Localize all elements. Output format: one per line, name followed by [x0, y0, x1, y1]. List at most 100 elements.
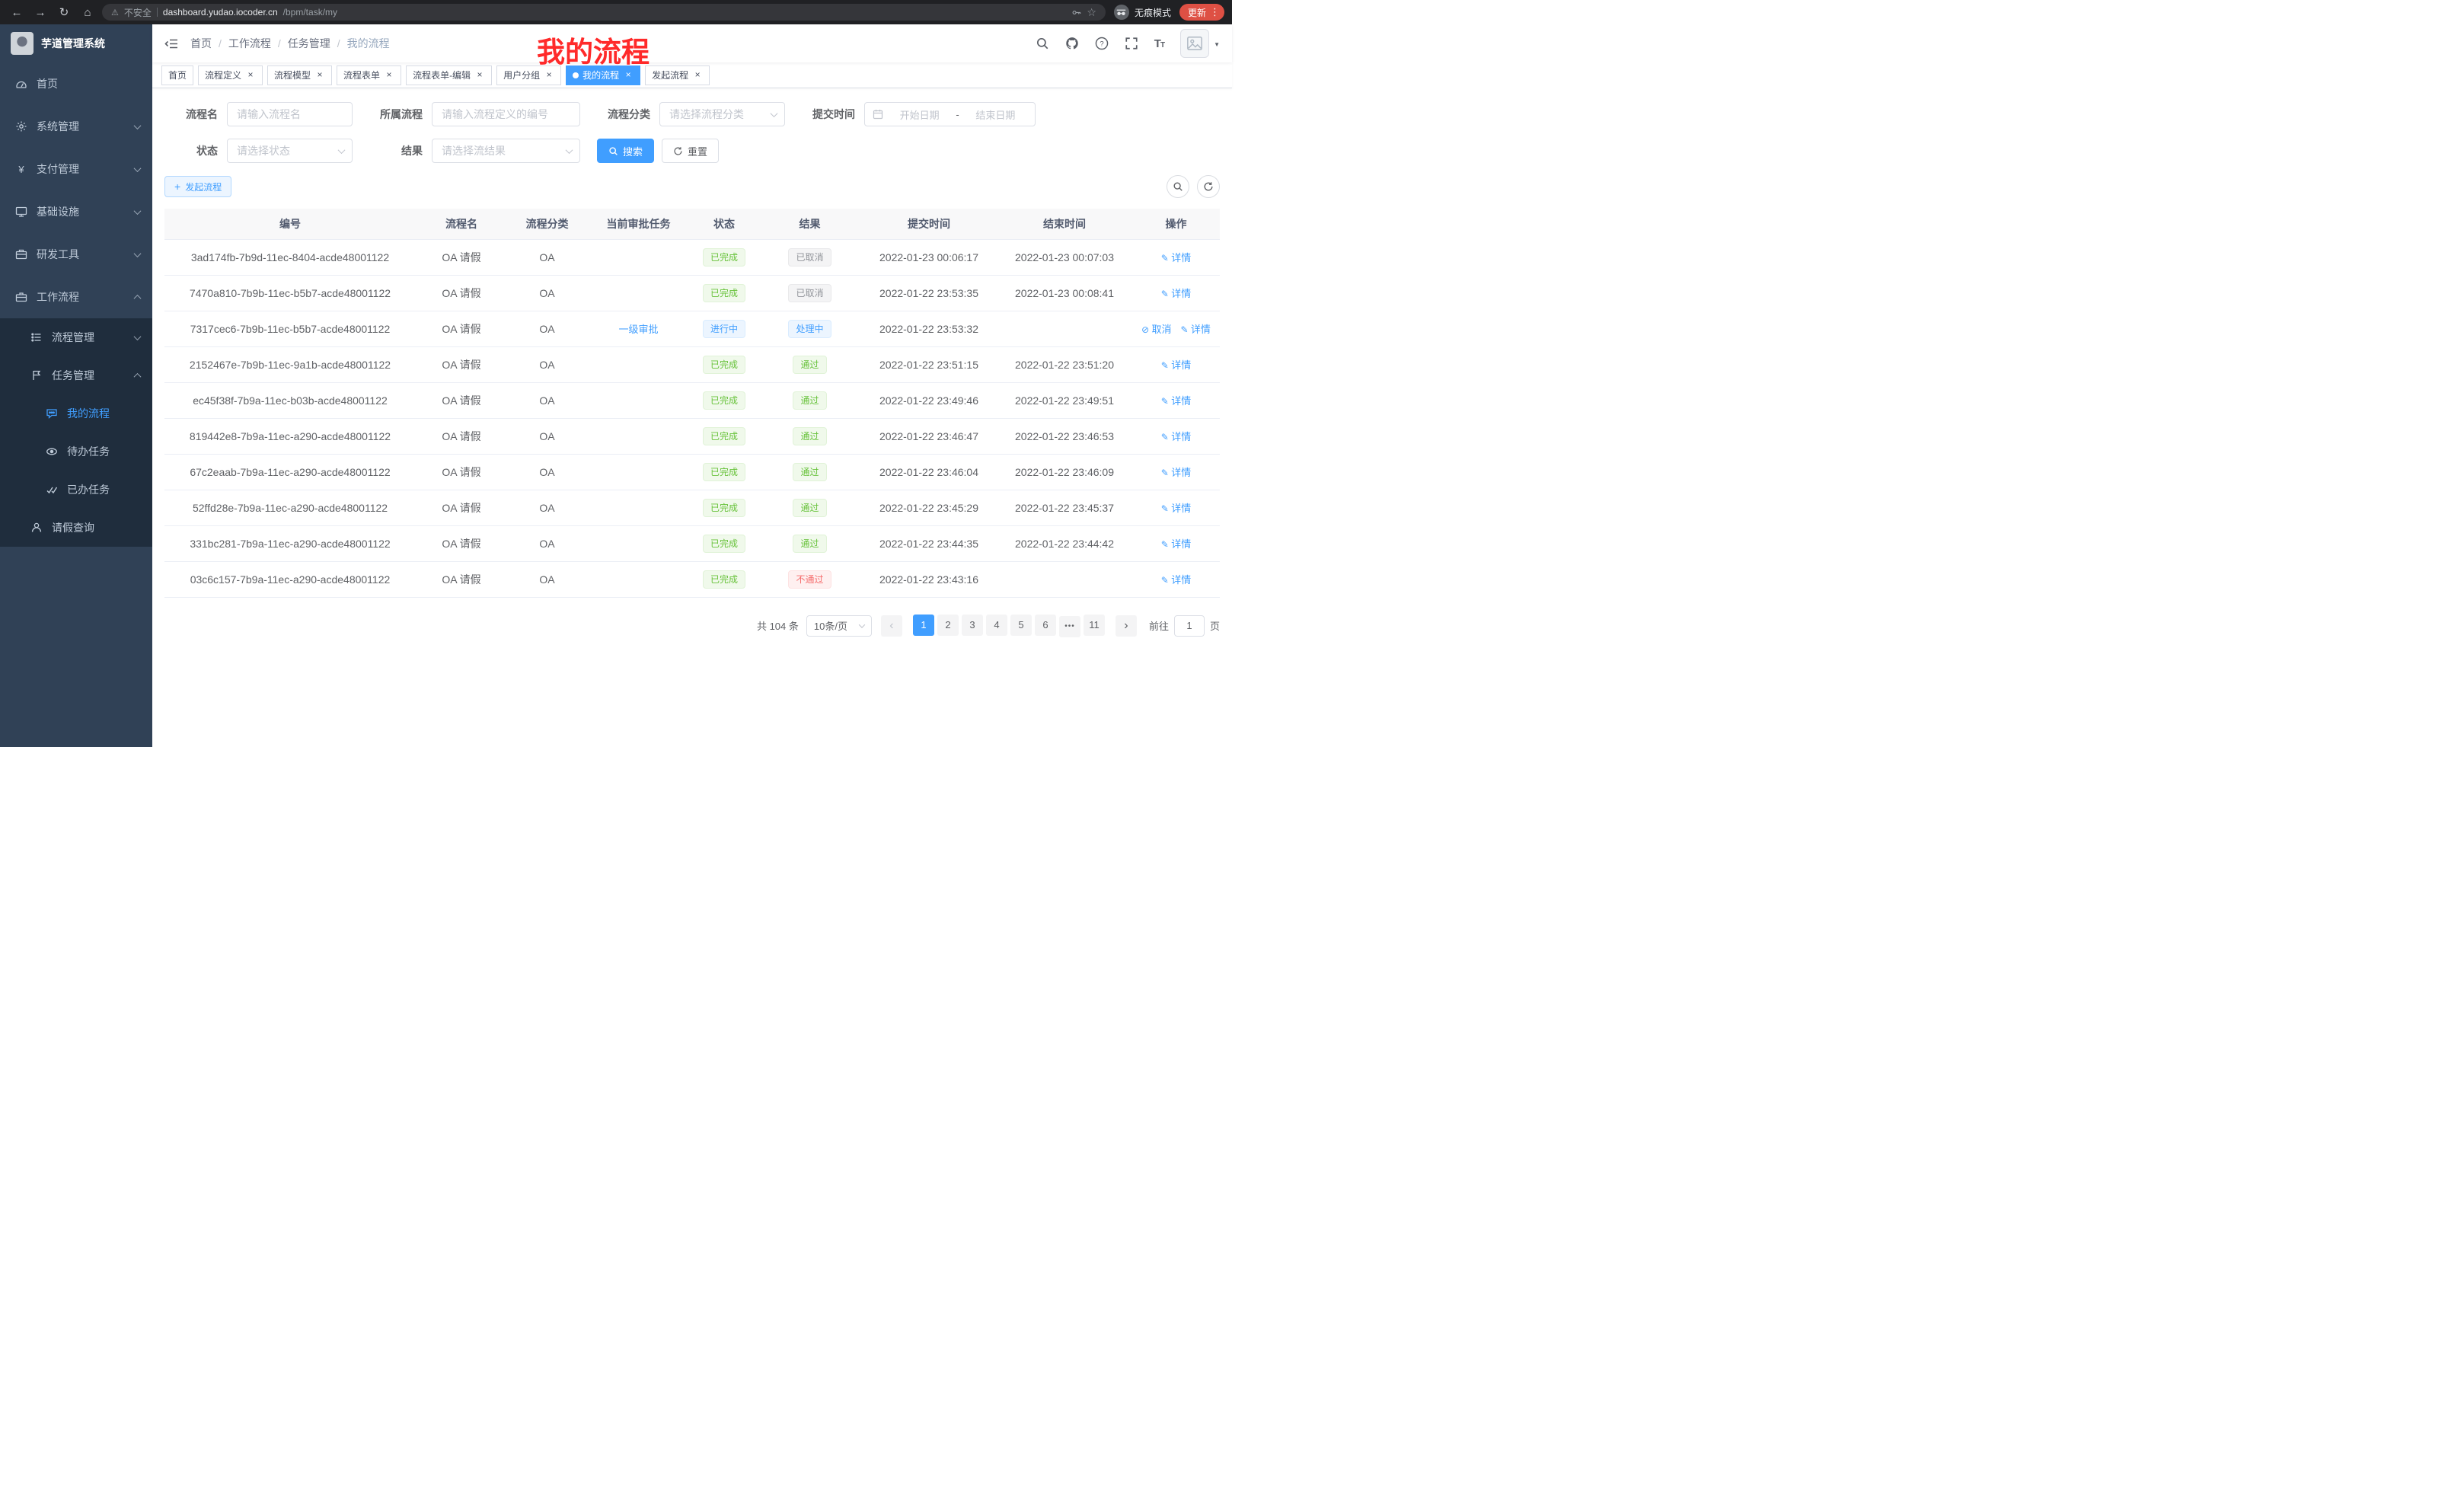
- app-logo[interactable]: 芋道管理系统: [0, 24, 152, 62]
- next-page-button[interactable]: [1116, 615, 1137, 637]
- jump-page-input[interactable]: [1174, 615, 1205, 637]
- reset-button[interactable]: 重置: [662, 139, 719, 163]
- date-separator: -: [956, 109, 959, 120]
- close-icon[interactable]: [544, 70, 554, 81]
- breadcrumb-separator: [337, 37, 340, 49]
- security-label[interactable]: 不安全: [124, 6, 152, 19]
- password-key-icon[interactable]: [1071, 8, 1081, 18]
- date-range-picker[interactable]: 开始日期 - 结束日期: [864, 102, 1036, 126]
- help-icon[interactable]: ?: [1095, 37, 1109, 50]
- home-icon[interactable]: [78, 3, 97, 21]
- category-select[interactable]: 请选择流程分类: [659, 102, 785, 126]
- toggle-search-button[interactable]: [1167, 175, 1189, 198]
- tab-item-6[interactable]: 我的流程: [566, 65, 640, 85]
- page-button-3[interactable]: 3: [962, 615, 983, 636]
- cell-actions: 详情: [1132, 239, 1220, 275]
- cell-result: 已取消: [758, 239, 861, 275]
- tab-item-4[interactable]: 流程表单-编辑: [406, 65, 492, 85]
- back-icon[interactable]: [8, 3, 26, 21]
- detail-link[interactable]: 详情: [1161, 359, 1191, 371]
- close-icon[interactable]: [692, 70, 703, 81]
- tab-item-0[interactable]: 首页: [161, 65, 193, 85]
- hamburger-icon[interactable]: [152, 24, 190, 62]
- breadcrumb-item[interactable]: 工作流程: [228, 36, 271, 51]
- tab-item-5[interactable]: 用户分组: [496, 65, 561, 85]
- close-icon[interactable]: [245, 70, 256, 81]
- page-button-11[interactable]: 11: [1084, 615, 1105, 636]
- result-select[interactable]: 请选择流结果: [432, 139, 580, 163]
- detail-link[interactable]: 详情: [1161, 431, 1191, 442]
- github-icon[interactable]: [1065, 37, 1079, 50]
- app-title: 芋道管理系统: [41, 36, 105, 51]
- address-bar[interactable]: 不安全 dashboard.yudao.iocoder.cn/bpm/task/…: [102, 4, 1106, 21]
- detail-link[interactable]: 详情: [1161, 395, 1191, 407]
- sidebar-item-label: 工作流程: [37, 289, 79, 305]
- tab-label: 流程模型: [274, 69, 311, 81]
- start-date-placeholder[interactable]: 开始日期: [888, 107, 951, 122]
- page-size-select[interactable]: 10条/页: [806, 615, 872, 637]
- sidebar-item-process-management[interactable]: 流程管理: [0, 318, 152, 356]
- bookmark-star-icon[interactable]: [1087, 6, 1096, 19]
- pager-more[interactable]: •••: [1059, 616, 1080, 637]
- page-button-2[interactable]: 2: [937, 615, 959, 636]
- detail-link[interactable]: 详情: [1161, 574, 1191, 586]
- current-task-link[interactable]: 一级审批: [618, 324, 658, 335]
- browser-menu-kebab-icon[interactable]: [1210, 6, 1220, 18]
- tab-item-7[interactable]: 发起流程: [645, 65, 710, 85]
- create-process-button[interactable]: 发起流程: [164, 176, 231, 197]
- sidebar-item-system[interactable]: 系统管理: [0, 105, 152, 148]
- page-button-5[interactable]: 5: [1010, 615, 1032, 636]
- column-header: 操作: [1132, 209, 1220, 239]
- close-icon[interactable]: [384, 70, 394, 81]
- close-icon[interactable]: [474, 70, 485, 81]
- close-icon[interactable]: [623, 70, 634, 81]
- detail-link[interactable]: 详情: [1161, 288, 1191, 299]
- page-size-value: 10条/页: [814, 618, 847, 633]
- sidebar-item-my-process[interactable]: 我的流程: [0, 394, 152, 433]
- end-date-placeholder[interactable]: 结束日期: [964, 107, 1027, 122]
- process-definition-input[interactable]: [432, 102, 580, 126]
- sidebar-item-dev-tools[interactable]: 研发工具: [0, 233, 152, 276]
- sidebar-item-home[interactable]: 首页: [0, 62, 152, 105]
- sidebar-item-leave-query[interactable]: 请假查询: [0, 509, 152, 547]
- tab-item-1[interactable]: 流程定义: [198, 65, 263, 85]
- refresh-button[interactable]: [1197, 175, 1220, 198]
- sidebar-item-todo-tasks[interactable]: 待办任务: [0, 433, 152, 471]
- search-button[interactable]: 搜索: [597, 139, 654, 163]
- forward-icon[interactable]: [31, 3, 49, 21]
- tab-item-2[interactable]: 流程模型: [267, 65, 332, 85]
- detail-link[interactable]: 详情: [1161, 252, 1191, 263]
- user-menu[interactable]: [1180, 29, 1220, 58]
- close-icon[interactable]: [314, 70, 325, 81]
- reload-icon[interactable]: [55, 3, 73, 21]
- detail-link[interactable]: 详情: [1161, 503, 1191, 514]
- select-placeholder: 请选择流程分类: [669, 107, 744, 122]
- breadcrumb-item[interactable]: 首页: [190, 36, 212, 51]
- prev-page-button[interactable]: [881, 615, 902, 637]
- detail-link[interactable]: 详情: [1161, 467, 1191, 478]
- process-name-input[interactable]: [227, 102, 353, 126]
- font-size-icon[interactable]: TT: [1154, 37, 1164, 50]
- cell-end-time: 2022-01-22 23:45:37: [997, 490, 1132, 525]
- sidebar-item-task-management[interactable]: 任务管理: [0, 356, 152, 394]
- tab-item-3[interactable]: 流程表单: [337, 65, 401, 85]
- sidebar-item-infrastructure[interactable]: 基础设施: [0, 190, 152, 233]
- sidebar-item-workflow[interactable]: 工作流程: [0, 276, 152, 318]
- cell-id: 7317cec6-7b9b-11ec-b5b7-acde48001122: [164, 311, 416, 346]
- status-badge: 已完成: [703, 427, 745, 445]
- status-select[interactable]: 请选择状态: [227, 139, 353, 163]
- sidebar-item-payment[interactable]: ¥ 支付管理: [0, 148, 152, 190]
- detail-link[interactable]: 详情: [1181, 324, 1211, 335]
- search-icon[interactable]: [1036, 37, 1049, 50]
- detail-link[interactable]: 详情: [1161, 538, 1191, 550]
- filter-label: 状态: [164, 143, 218, 158]
- update-button[interactable]: 更新: [1179, 4, 1224, 21]
- not-secure-warning-icon[interactable]: [111, 7, 119, 18]
- page-button-1[interactable]: 1: [913, 615, 934, 636]
- fullscreen-icon[interactable]: [1125, 37, 1138, 50]
- breadcrumb-item[interactable]: 任务管理: [288, 36, 330, 51]
- cancel-link[interactable]: 取消: [1141, 324, 1171, 335]
- sidebar-item-done-tasks[interactable]: 已办任务: [0, 471, 152, 509]
- page-button-4[interactable]: 4: [986, 615, 1007, 636]
- page-button-6[interactable]: 6: [1035, 615, 1056, 636]
